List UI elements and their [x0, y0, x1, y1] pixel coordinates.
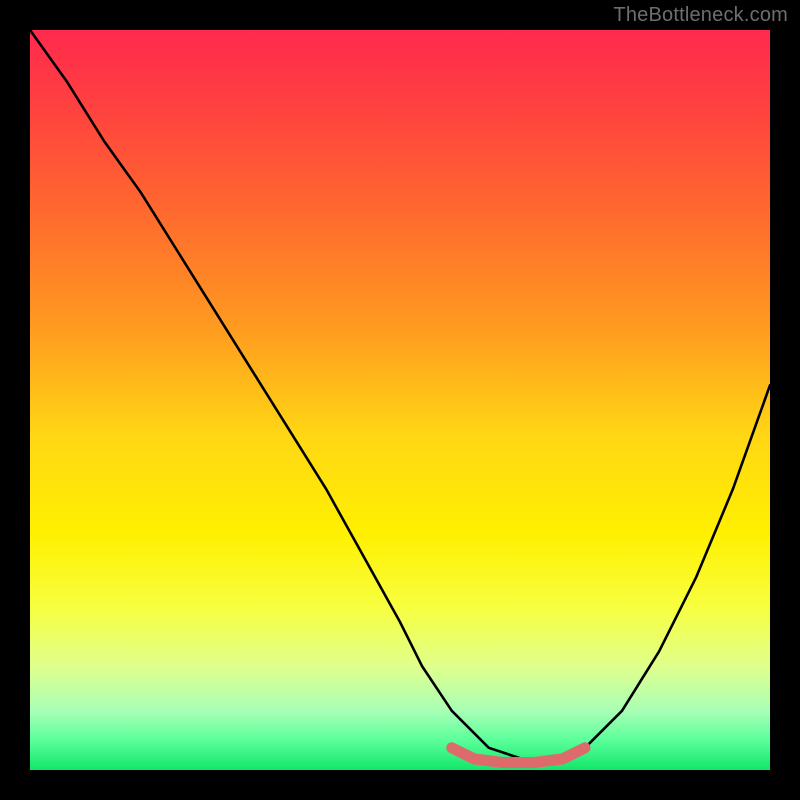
chart-container: TheBottleneck.com	[0, 0, 800, 800]
valley-highlight	[30, 30, 770, 770]
plot-area	[30, 30, 770, 770]
watermark-text: TheBottleneck.com	[613, 4, 788, 27]
